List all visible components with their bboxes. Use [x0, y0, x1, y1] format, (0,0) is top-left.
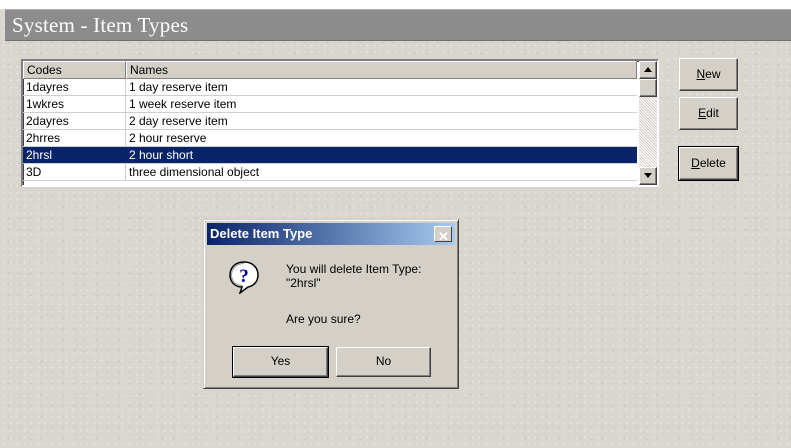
new-button[interactable]: New	[679, 58, 738, 91]
window-title: System - Item Types	[12, 13, 189, 37]
dialog-title-bar[interactable]: Delete Item Type ✕	[207, 223, 455, 245]
column-header-names[interactable]: Names	[126, 61, 637, 79]
window-title-bar: System - Item Types	[5, 9, 791, 41]
row-name: 1 day reserve item	[129, 80, 228, 94]
row-name: 2 hour short	[129, 148, 194, 162]
yes-button[interactable]: Yes	[232, 346, 329, 378]
delete-mnemonic: D	[691, 156, 700, 170]
list-rows: 1dayres 1 day reserve item 1wkres 1 week…	[23, 79, 637, 181]
row-code: 1dayres	[23, 79, 126, 95]
row-code: 1wkres	[23, 96, 126, 112]
dialog-confirm-text: Are you sure?	[286, 312, 361, 326]
row-name: three dimensional object	[129, 165, 260, 179]
edit-mnemonic: E	[698, 106, 707, 120]
svg-text:?: ?	[239, 266, 249, 287]
scroll-thumb[interactable]	[639, 79, 657, 97]
delete-label-rest: elete	[699, 156, 726, 170]
list-row[interactable]: 2dayres 2 day reserve item	[23, 113, 637, 130]
top-strip	[0, 0, 791, 9]
row-code: 3D	[23, 164, 126, 180]
list-header: Codes Names	[23, 61, 637, 79]
scroll-up-button[interactable]	[639, 61, 657, 79]
delete-button[interactable]: Delete	[678, 146, 739, 181]
edit-button[interactable]: Edit	[679, 97, 738, 130]
close-icon: ✕	[438, 229, 449, 244]
dialog-message-line1: You will delete Item Type:	[286, 262, 422, 276]
arrow-down-icon	[644, 173, 652, 178]
dialog-message-line2: "2hrsl"	[286, 276, 321, 290]
new-label-rest: ew	[705, 67, 721, 81]
list-scrollbar[interactable]	[639, 61, 657, 185]
list-row[interactable]: 1dayres 1 day reserve item	[23, 79, 637, 96]
row-code: 2dayres	[23, 113, 126, 129]
row-code: 2hrres	[23, 130, 126, 146]
list-row[interactable]: 1wkres 1 week reserve item	[23, 96, 637, 113]
list-row[interactable]: 2hrres 2 hour reserve	[23, 130, 637, 147]
question-icon: ?	[229, 261, 259, 294]
dialog-message: You will delete Item Type: "2hrsl"	[286, 262, 456, 290]
edit-label-rest: dit	[706, 106, 719, 120]
dialog-close-button[interactable]: ✕	[434, 226, 452, 244]
list-row-selected[interactable]: 2hrsl 2 hour short	[23, 147, 637, 164]
row-code: 2hrsl	[23, 147, 126, 163]
list-row-partial[interactable]: 3D three dimensional object	[23, 164, 637, 181]
column-header-codes[interactable]: Codes	[23, 61, 126, 79]
item-types-list[interactable]: Codes Names 1dayres 1 day reserve item 1…	[21, 59, 659, 187]
delete-confirm-dialog: Delete Item Type ✕ ? You will delete Ite…	[203, 219, 459, 389]
no-button[interactable]: No	[336, 347, 431, 377]
row-name: 2 day reserve item	[129, 114, 228, 128]
arrow-up-icon	[644, 67, 652, 72]
scroll-down-button[interactable]	[639, 167, 657, 185]
new-mnemonic: N	[696, 67, 706, 81]
row-name: 2 hour reserve	[129, 131, 207, 145]
row-name: 1 week reserve item	[129, 97, 237, 111]
dialog-title: Delete Item Type	[210, 226, 313, 241]
